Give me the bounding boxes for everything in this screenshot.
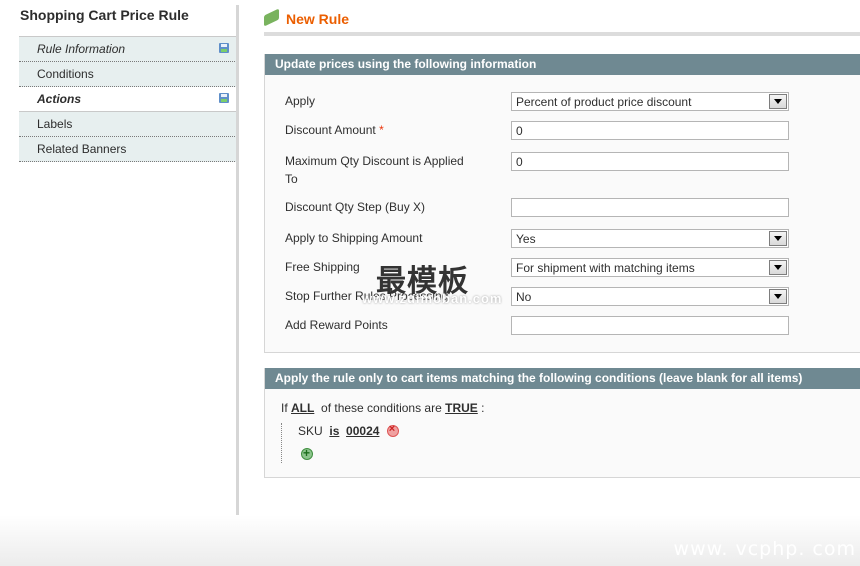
tab-label: Labels: [37, 117, 73, 131]
condition-item: SKU is 00024: [298, 423, 399, 438]
apply-select[interactable]: Percent of product price discount: [511, 92, 789, 111]
tab-rule-information[interactable]: Rule Information: [19, 37, 237, 62]
tab-labels[interactable]: Labels: [19, 112, 237, 137]
save-icon: [219, 43, 229, 53]
discount-amount-input[interactable]: 0: [511, 121, 789, 140]
condition-operator-link[interactable]: is: [329, 424, 339, 438]
watermark-url: www.zuimoban.com: [362, 291, 503, 306]
header-divider: [264, 32, 860, 36]
cond-middle: of these conditions are: [321, 401, 442, 415]
condition-value-link[interactable]: 00024: [346, 424, 379, 438]
save-icon: [219, 93, 229, 103]
qty-step-input[interactable]: [511, 198, 789, 217]
actions-fieldset: Update prices using the following inform…: [264, 54, 860, 353]
rule-money-icon: [264, 8, 279, 27]
select-value: Percent of product price discount: [516, 95, 692, 109]
cond-prefix: If: [281, 401, 288, 415]
conditions-fieldset: Apply the rule only to cart items matchi…: [264, 368, 860, 478]
required-marker: *: [379, 123, 384, 137]
sidebar-title: Shopping Cart Price Rule: [20, 7, 189, 23]
tab-label: Rule Information: [37, 42, 126, 56]
tab-label: Actions: [37, 92, 82, 106]
label-text: Discount Amount: [285, 123, 376, 137]
aggregator-link[interactable]: ALL: [291, 401, 314, 415]
dropdown-arrow-icon[interactable]: [769, 289, 787, 304]
field-label: Maximum Qty Discount is Applied To: [285, 154, 464, 186]
tab-actions[interactable]: Actions: [19, 87, 237, 112]
sidebar-tabs: Rule Information Conditions Actions Labe…: [19, 36, 237, 162]
page-title: New Rule: [286, 11, 350, 27]
field-label: Apply: [285, 94, 316, 108]
fieldset-heading: Update prices using the following inform…: [265, 54, 860, 75]
reward-points-input[interactable]: [511, 316, 789, 335]
select-value: No: [516, 290, 532, 304]
dropdown-arrow-icon[interactable]: [769, 231, 787, 246]
stop-processing-select[interactable]: No: [511, 287, 789, 306]
tab-label: Related Banners: [37, 142, 127, 156]
tab-related-banners[interactable]: Related Banners: [19, 137, 237, 162]
sidebar: Shopping Cart Price Rule Rule Informatio…: [0, 0, 240, 518]
sidebar-divider: [236, 5, 239, 518]
input-value: 0: [516, 155, 523, 169]
input-value: 0: [516, 124, 523, 138]
select-value: Yes: [516, 232, 536, 246]
field-label: Apply to Shipping Amount: [285, 231, 423, 245]
conditions-tree-line: [281, 423, 284, 463]
watermark-bottom: www. vcphp. com: [673, 538, 856, 560]
dropdown-arrow-icon[interactable]: [769, 94, 787, 109]
field-label: Discount Amount *: [285, 121, 475, 139]
tab-conditions[interactable]: Conditions: [19, 62, 237, 87]
max-qty-input[interactable]: 0: [511, 152, 789, 171]
fieldset-heading: Apply the rule only to cart items matchi…: [265, 368, 860, 389]
select-value: For shipment with matching items: [516, 261, 695, 275]
cond-suffix: :: [481, 401, 485, 415]
add-condition-icon[interactable]: [301, 446, 313, 460]
value-link[interactable]: TRUE: [445, 401, 478, 415]
conditions-aggregator-line: If ALL of these conditions are TRUE :: [281, 401, 484, 415]
field-label: Discount Qty Step (Buy X): [285, 200, 426, 214]
dropdown-arrow-icon[interactable]: [769, 260, 787, 275]
remove-condition-icon[interactable]: [386, 423, 399, 437]
condition-attribute: SKU: [298, 424, 323, 438]
apply-shipping-select[interactable]: Yes: [511, 229, 789, 248]
tab-label: Conditions: [37, 67, 94, 81]
free-shipping-select[interactable]: For shipment with matching items: [511, 258, 789, 277]
field-label: Add Reward Points: [285, 318, 388, 332]
